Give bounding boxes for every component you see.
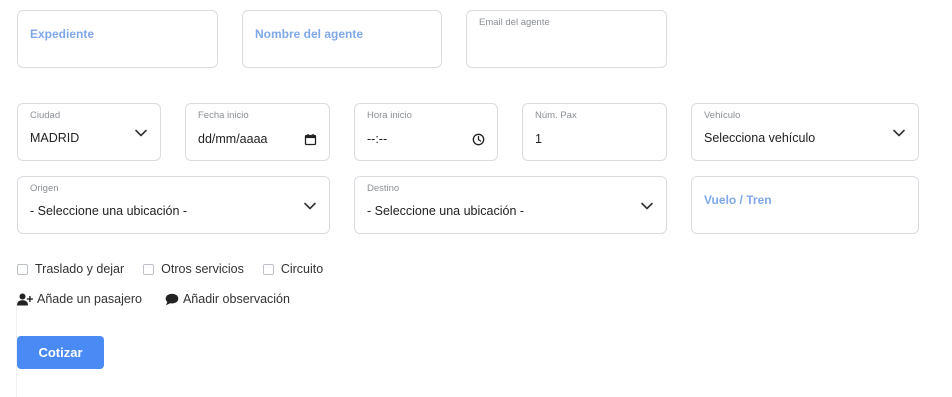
pax-count-value: 1 bbox=[535, 132, 542, 146]
add-passenger-link[interactable]: Añade un pasajero bbox=[17, 292, 142, 306]
checkbox-label: Traslado y dejar bbox=[35, 262, 125, 276]
start-time-value: --:-- bbox=[367, 132, 388, 146]
comment-icon bbox=[165, 293, 179, 305]
destination-label: Destino bbox=[367, 183, 400, 194]
extra-actions: Añade un pasajero Añadir observación bbox=[17, 292, 313, 306]
destination-value: - Seleccione una ubicación - bbox=[367, 204, 525, 218]
quote-button[interactable]: Cotizar bbox=[17, 336, 104, 369]
chevron-down-icon bbox=[641, 202, 653, 210]
city-label: Ciudad bbox=[30, 110, 61, 121]
vehicle-value: Selecciona vehículo bbox=[704, 131, 816, 145]
start-date-label: Fecha inicio bbox=[198, 110, 249, 121]
checkbox-label: Otros servicios bbox=[161, 262, 244, 276]
flight-train-field[interactable]: Vuelo / Tren bbox=[691, 176, 919, 234]
pax-count-label: Núm. Pax bbox=[535, 110, 577, 121]
start-time-field[interactable]: Hora inicio --:-- bbox=[354, 103, 498, 161]
origin-select[interactable]: Origen - Seleccione una ubicación - bbox=[17, 176, 330, 234]
checkbox-box[interactable] bbox=[143, 263, 155, 275]
add-passenger-label: Añade un pasajero bbox=[37, 292, 142, 306]
chevron-down-icon bbox=[135, 129, 147, 137]
expediente-field[interactable]: Expediente bbox=[17, 10, 218, 68]
chevron-down-icon bbox=[893, 129, 905, 137]
chevron-down-icon bbox=[304, 202, 316, 210]
expediente-placeholder: Expediente bbox=[30, 27, 95, 41]
checkbox-transfer[interactable]: Traslado y dejar bbox=[17, 262, 124, 276]
service-type-options: Traslado y dejar Otros servicios Circuit… bbox=[17, 262, 342, 276]
checkbox-box[interactable] bbox=[262, 263, 274, 275]
checkbox-other-services[interactable]: Otros servicios bbox=[143, 262, 244, 276]
origin-value: - Seleccione una ubicación - bbox=[30, 204, 188, 218]
add-observation-link[interactable]: Añadir observación bbox=[165, 292, 290, 306]
pax-count-field[interactable]: Núm. Pax 1 bbox=[522, 103, 667, 161]
agent-email-label: Email del agente bbox=[479, 17, 550, 28]
vehicle-label: Vehículo bbox=[704, 110, 741, 121]
add-observation-label: Añadir observación bbox=[182, 292, 290, 306]
destination-select[interactable]: Destino - Seleccione una ubicación - bbox=[354, 176, 667, 234]
agent-email-field[interactable]: Email del agente bbox=[466, 10, 667, 68]
checkbox-circuit[interactable]: Circuito bbox=[262, 262, 324, 276]
origin-label: Origen bbox=[30, 183, 59, 194]
agent-name-field[interactable]: Nombre del agente bbox=[242, 10, 442, 68]
vehicle-select[interactable]: Vehículo Selecciona vehículo bbox=[691, 103, 919, 161]
flight-train-placeholder: Vuelo / Tren bbox=[704, 193, 772, 207]
city-select[interactable]: Ciudad MADRID bbox=[17, 103, 161, 161]
agent-name-placeholder: Nombre del agente bbox=[255, 27, 364, 41]
city-value: MADRID bbox=[30, 131, 80, 145]
checkbox-box[interactable] bbox=[17, 263, 28, 275]
checkbox-label: Circuito bbox=[280, 262, 324, 276]
calendar-icon[interactable] bbox=[304, 133, 317, 146]
start-date-value: dd/mm/aaaa bbox=[198, 132, 268, 146]
user-plus-icon bbox=[17, 293, 33, 305]
start-date-field[interactable]: Fecha inicio dd/mm/aaaa bbox=[185, 103, 330, 161]
start-time-label: Hora inicio bbox=[367, 110, 412, 121]
clock-icon[interactable] bbox=[472, 133, 485, 146]
